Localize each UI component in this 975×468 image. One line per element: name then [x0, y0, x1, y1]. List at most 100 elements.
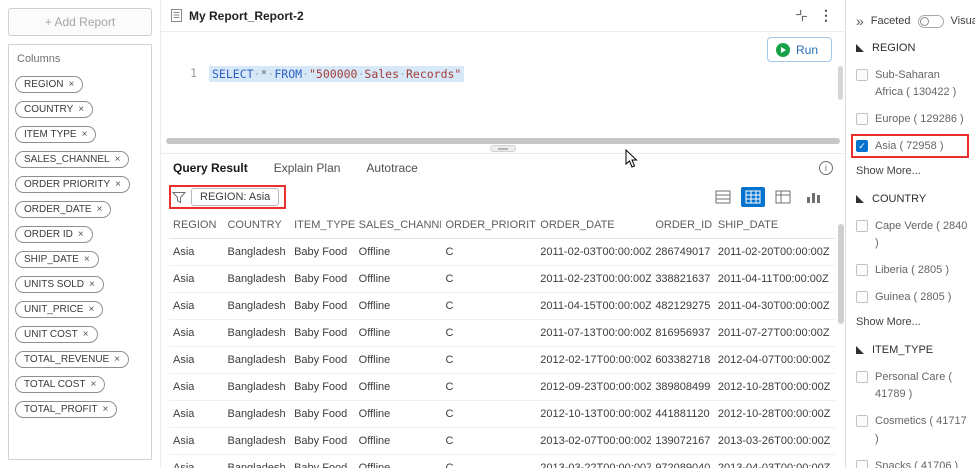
- checkbox-unchecked[interactable]: [856, 291, 868, 304]
- table-row[interactable]: Asia Bangladesh Baby Food Offline C 2011-07-1…: [169, 319, 835, 347]
- table-row[interactable]: Asia Bangladesh Baby Food Offline C 2011-04-1…: [169, 292, 835, 320]
- result-vertical-scrollbar[interactable]: [838, 212, 844, 466]
- facet-checkbox-item[interactable]: Cape Verde ( 2840 ): [856, 218, 969, 252]
- column-header[interactable]: REGION: [169, 212, 224, 239]
- remove-chip-icon[interactable]: ×: [68, 79, 74, 90]
- tab-autotrace[interactable]: Autotrace: [366, 161, 417, 175]
- remove-chip-icon[interactable]: ×: [115, 154, 121, 165]
- table-cell: 2013-02-07T00:00:00Z: [536, 427, 652, 455]
- facet-checkbox-item[interactable]: Sub-Saharan Africa ( 130422 ): [856, 67, 969, 101]
- remove-chip-icon[interactable]: ×: [82, 129, 88, 140]
- kebab-menu-icon[interactable]: ⋮: [817, 7, 835, 25]
- checkbox-unchecked[interactable]: [856, 264, 868, 277]
- column-header[interactable]: SHIP_DATE: [713, 212, 835, 239]
- column-header[interactable]: ORDER_DATE: [536, 212, 652, 239]
- table-cell: Asia: [169, 454, 224, 468]
- column-header[interactable]: ORDER_ID: [651, 212, 714, 239]
- tab-query-result[interactable]: Query Result: [173, 161, 248, 175]
- editor-scrollbar-thumb[interactable]: [838, 66, 843, 100]
- remove-chip-icon[interactable]: ×: [83, 329, 89, 340]
- checkbox-unchecked[interactable]: [856, 113, 868, 126]
- table-row[interactable]: Asia Bangladesh Baby Food Offline C 2011-02-2…: [169, 265, 835, 293]
- table-row[interactable]: Asia Bangladesh Baby Food Offline C 2012-02-1…: [169, 346, 835, 374]
- facet-checkbox-item[interactable]: Snacks ( 41706 ): [856, 458, 969, 468]
- checkbox-unchecked[interactable]: [856, 220, 868, 233]
- sql-code[interactable]: SELECT·*·FROM·"500000·Sales·Records": [209, 66, 465, 82]
- table-cell: 2011-07-27T00:00:00Z: [713, 319, 835, 347]
- column-header[interactable]: COUNTRY: [223, 212, 291, 239]
- facet-checkbox-item[interactable]: Cosmetics ( 41717 ): [856, 413, 969, 447]
- table-cell: Baby Food: [290, 346, 355, 374]
- collapse-panel-icon[interactable]: »: [856, 14, 864, 28]
- show-more-link[interactable]: Show More...: [856, 165, 975, 177]
- remove-chip-icon[interactable]: ×: [103, 404, 109, 415]
- remove-chip-icon[interactable]: ×: [84, 254, 90, 265]
- column-chip[interactable]: ORDER PRIORITY ×: [15, 176, 130, 193]
- remove-chip-icon[interactable]: ×: [97, 204, 103, 215]
- remove-chip-icon[interactable]: ×: [91, 379, 97, 390]
- table-row[interactable]: Asia Bangladesh Baby Food Offline C 2011-02-0…: [169, 238, 835, 266]
- checkbox-unchecked[interactable]: [856, 371, 868, 384]
- column-chip[interactable]: ITEM TYPE ×: [15, 126, 97, 143]
- splitter-handle[interactable]: [490, 145, 516, 152]
- add-report-button[interactable]: + Add Report: [8, 8, 152, 36]
- remove-chip-icon[interactable]: ×: [78, 229, 84, 240]
- column-chip[interactable]: UNIT COST ×: [15, 326, 98, 343]
- facet-checkbox-item[interactable]: Liberia ( 2805 ): [856, 262, 969, 279]
- column-chip[interactable]: ORDER ID ×: [15, 226, 93, 243]
- scrollbar-thumb[interactable]: [838, 224, 844, 324]
- facet-checkbox-item[interactable]: ✓ Asia ( 72958 ): [851, 134, 969, 159]
- filter-chip[interactable]: REGION: Asia: [191, 188, 280, 206]
- table-cell: Bangladesh: [223, 292, 291, 320]
- column-chip[interactable]: UNITS SOLD ×: [15, 276, 104, 293]
- column-chip[interactable]: SALES_CHANNEL ×: [15, 151, 130, 168]
- table-cell: Baby Food: [290, 454, 355, 468]
- faceted-visual-toggle[interactable]: [917, 14, 944, 28]
- facet-section-header[interactable]: REGION: [856, 42, 975, 54]
- checkbox-checked[interactable]: ✓: [856, 140, 868, 153]
- run-play-icon: [775, 42, 790, 57]
- checkbox-unchecked[interactable]: [856, 415, 868, 428]
- table-cell: Baby Food: [290, 292, 355, 320]
- column-header[interactable]: SALES_CHANNEL: [354, 212, 442, 239]
- facet-checkbox-item[interactable]: Guinea ( 2805 ): [856, 289, 969, 306]
- facet-checkbox-item[interactable]: Personal Care ( 41789 ): [856, 369, 969, 403]
- remove-chip-icon[interactable]: ×: [89, 279, 95, 290]
- info-icon[interactable]: i: [819, 161, 833, 175]
- facet-section-header[interactable]: COUNTRY: [856, 193, 975, 205]
- checkbox-unchecked[interactable]: [856, 459, 868, 468]
- table-row[interactable]: Asia Bangladesh Baby Food Offline C 2012-10-1…: [169, 400, 835, 428]
- remove-chip-icon[interactable]: ×: [78, 104, 84, 115]
- column-header[interactable]: ITEM_TYPE: [290, 212, 355, 239]
- column-chip-label: REGION: [24, 79, 64, 90]
- column-chip[interactable]: REGION ×: [15, 76, 84, 93]
- grid-view-icon[interactable]: [741, 187, 765, 207]
- filter-row: REGION: Asia: [161, 182, 845, 212]
- column-chip[interactable]: TOTAL_PROFIT ×: [15, 401, 118, 418]
- sql-editor[interactable]: Run 1 SELECT·*·FROM·"500000·Sales·Record…: [161, 32, 845, 138]
- pivot-view-icon[interactable]: [771, 187, 795, 207]
- remove-chip-icon[interactable]: ×: [114, 354, 120, 365]
- panel-splitter[interactable]: [161, 144, 845, 154]
- show-more-link[interactable]: Show More...: [856, 316, 975, 328]
- column-chip[interactable]: TOTAL COST ×: [15, 376, 106, 393]
- column-chip[interactable]: ORDER_DATE ×: [15, 201, 112, 218]
- column-chip[interactable]: TOTAL_REVENUE ×: [15, 351, 130, 368]
- tab-explain-plan[interactable]: Explain Plan: [274, 161, 341, 175]
- column-chip[interactable]: UNIT_PRICE ×: [15, 301, 104, 318]
- single-record-view-icon[interactable]: [711, 187, 735, 207]
- chart-view-icon[interactable]: [801, 187, 825, 207]
- checkbox-unchecked[interactable]: [856, 69, 868, 81]
- run-button[interactable]: Run: [766, 37, 832, 62]
- column-chip[interactable]: SHIP_DATE ×: [15, 251, 99, 268]
- facet-checkbox-item[interactable]: Europe ( 129286 ): [856, 111, 969, 128]
- column-header[interactable]: ORDER_PRIORITY: [441, 212, 537, 239]
- table-row[interactable]: Asia Bangladesh Baby Food Offline C 2012-09-2…: [169, 373, 835, 401]
- remove-chip-icon[interactable]: ×: [115, 179, 121, 190]
- table-row[interactable]: Asia Bangladesh Baby Food Offline C 2013-03-2…: [169, 454, 835, 468]
- facet-section-header[interactable]: ITEM_TYPE: [856, 344, 975, 356]
- remove-chip-icon[interactable]: ×: [88, 304, 94, 315]
- column-chip[interactable]: COUNTRY ×: [15, 101, 94, 118]
- table-row[interactable]: Asia Bangladesh Baby Food Offline C 2013-02-0…: [169, 427, 835, 455]
- restore-panes-icon[interactable]: [792, 7, 810, 25]
